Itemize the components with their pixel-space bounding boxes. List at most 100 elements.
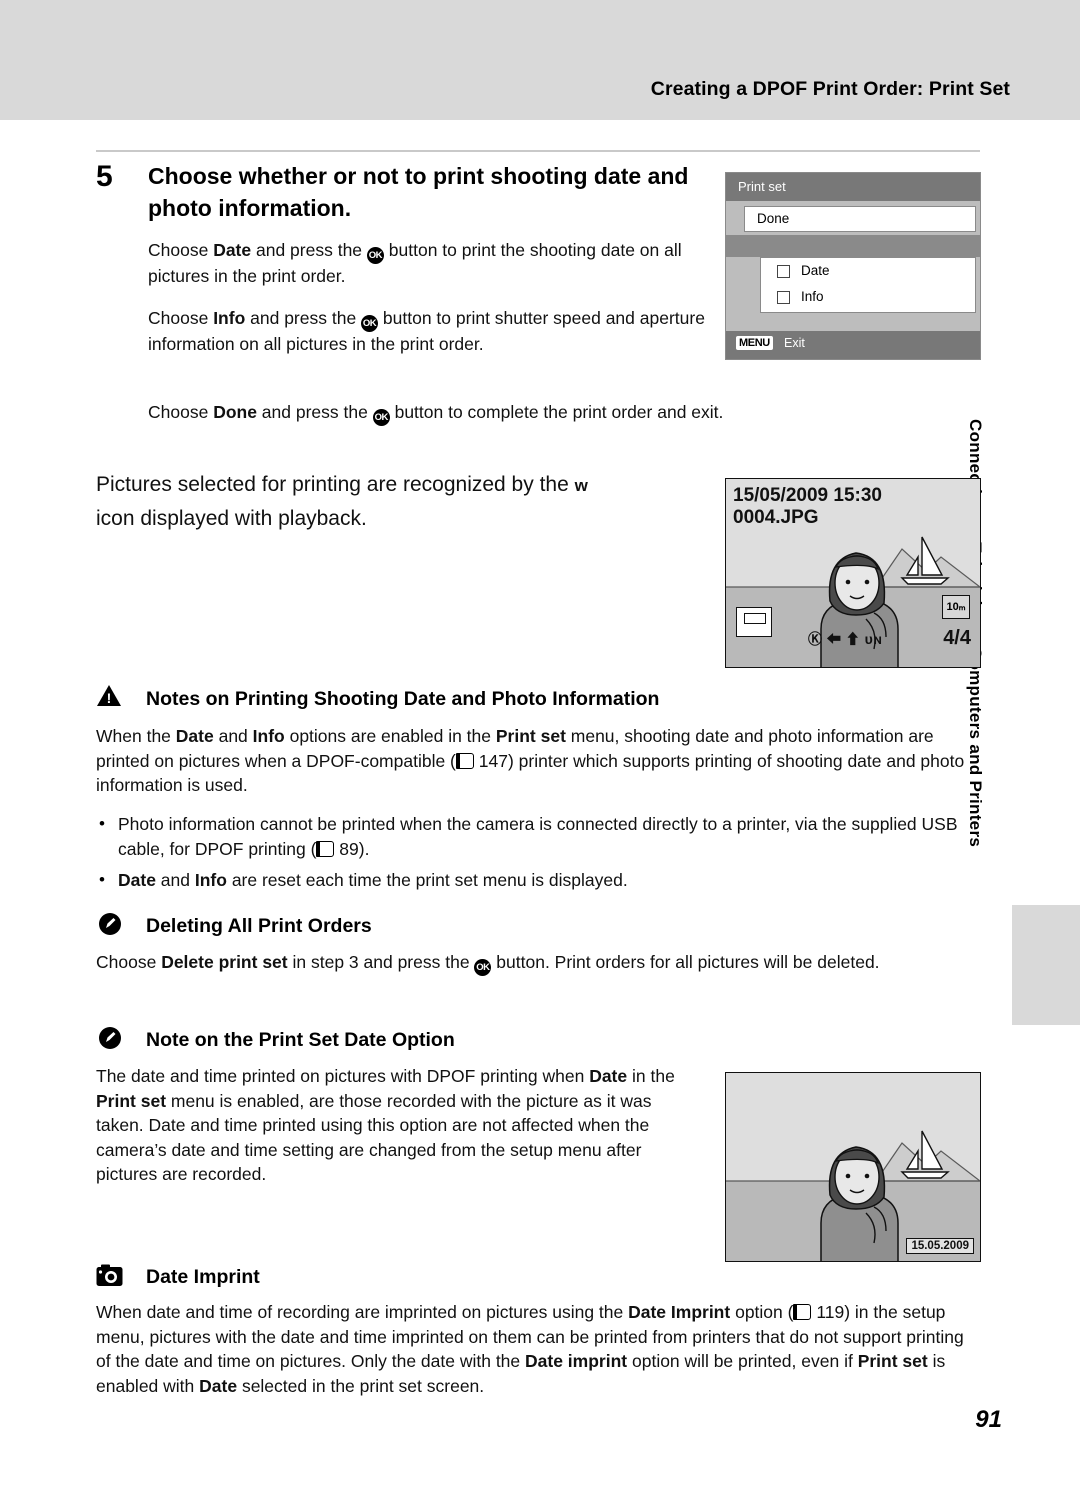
print-set-option-date[interactable]: Date bbox=[761, 258, 975, 284]
playback-date-stamp: 15/05/2009 15:30 bbox=[733, 485, 882, 506]
playback-screen: 15/05/2009 15:30 0004.JPG Ⓚ ⬅ ⬆ ᴜɴ 10ₘ 4… bbox=[725, 478, 981, 668]
step-paragraph-3: Choose Done and press the OK button to c… bbox=[148, 400, 988, 426]
date-option-paragraph: The date and time printed on pictures wi… bbox=[96, 1064, 696, 1187]
camera-icon bbox=[96, 1264, 123, 1286]
ok-button-icon: OK bbox=[361, 315, 379, 332]
warning-icon: ! bbox=[96, 684, 122, 707]
do-l2b: in the bbox=[627, 1066, 675, 1086]
photo-illustration bbox=[726, 1130, 980, 1261]
page-number: 91 bbox=[975, 1406, 1002, 1433]
manual-reference-icon bbox=[455, 752, 474, 769]
recognize-line1: Pictures selected for printing are recog… bbox=[96, 473, 569, 496]
print-set-exit-label: Exit bbox=[784, 336, 805, 350]
date-imprint-title: Date Imprint bbox=[146, 1266, 260, 1288]
header-divider bbox=[96, 150, 980, 152]
do-printset: Print set bbox=[96, 1090, 167, 1111]
ok-button-icon: OK bbox=[474, 959, 492, 976]
np-t3: options are enabled in the bbox=[284, 726, 496, 746]
checkbox-icon[interactable] bbox=[777, 291, 790, 304]
print-order-icon bbox=[736, 607, 772, 637]
npb1-ref: 89 bbox=[339, 838, 359, 859]
side-tab bbox=[1010, 120, 1080, 1486]
image-size-icon: 10ₘ bbox=[942, 595, 970, 619]
print-set-option-date-label: Date bbox=[801, 263, 830, 278]
di-ref: 119 bbox=[816, 1302, 845, 1322]
del-deleteprintset: Delete print set bbox=[161, 952, 288, 972]
frame-total: 4 bbox=[959, 627, 971, 649]
np-t1: When the bbox=[96, 726, 176, 746]
p3-a: Choose bbox=[148, 402, 214, 422]
print-set-screen: Print set Done Date Info MENU Exit bbox=[725, 172, 981, 360]
recognize-paragraph: Pictures selected for printing are recog… bbox=[96, 468, 716, 535]
npb2-t2: are reset each time the print set menu i… bbox=[226, 870, 628, 890]
print-set-footer: MENU Exit bbox=[726, 331, 980, 359]
np-info: Info bbox=[252, 726, 285, 746]
menu-button-icon[interactable]: MENU bbox=[736, 336, 773, 350]
del-t1: Choose bbox=[96, 952, 162, 972]
np-ref: 147 bbox=[478, 750, 508, 771]
notes-printing-title: Notes on Printing Shooting Date and Phot… bbox=[146, 688, 660, 710]
manual-reference-icon bbox=[793, 1304, 812, 1320]
imprinted-date-stamp: 15.05.2009 bbox=[906, 1238, 974, 1254]
manual-reference-icon bbox=[316, 840, 335, 857]
pencil-icon bbox=[98, 912, 122, 936]
bullet-dot: • bbox=[99, 870, 105, 889]
side-tab-marker bbox=[1012, 905, 1080, 1025]
np-t2: and bbox=[213, 726, 253, 746]
recognize-line2: icon displayed with playback. bbox=[96, 507, 367, 530]
ok-button-icon: OK bbox=[372, 409, 390, 426]
p3-d: button to complete the print order and e… bbox=[389, 402, 724, 422]
npb1-t2: ). bbox=[358, 838, 370, 859]
di-dateimprint: Date Imprint bbox=[628, 1302, 731, 1322]
header-band bbox=[0, 0, 1080, 120]
p2-a: Choose bbox=[148, 308, 214, 328]
deleting-paragraph: Choose Delete print set in step 3 and pr… bbox=[96, 950, 976, 976]
pencil-icon bbox=[98, 1026, 122, 1050]
svg-text:!: ! bbox=[107, 690, 112, 706]
di-dateimprint2: Date imprint bbox=[525, 1351, 628, 1371]
p3-c: and press the bbox=[256, 402, 373, 422]
date-option-title: Note on the Print Set Date Option bbox=[146, 1029, 455, 1051]
bullet-dot: • bbox=[99, 814, 105, 833]
date-imprint-paragraph: When date and time of recording are impr… bbox=[96, 1300, 980, 1398]
date-imprint-sample-photo: 15.05.2009 bbox=[725, 1072, 981, 1262]
di-printset: Print set bbox=[857, 1351, 928, 1371]
p3-done: Done bbox=[213, 402, 257, 422]
notes-printing-bullet-2: Date and Info are reset each time the pr… bbox=[118, 868, 980, 893]
do-date: Date bbox=[589, 1066, 628, 1086]
p2-info: Info bbox=[213, 308, 246, 328]
page-header-title: Creating a DPOF Print Order: Print Set bbox=[650, 78, 1010, 100]
di-t3: option ( bbox=[730, 1302, 794, 1322]
checkbox-icon[interactable] bbox=[777, 265, 790, 278]
step-number: 5 bbox=[96, 160, 113, 193]
print-order-icon: w bbox=[574, 476, 588, 495]
del-t2: in step 3 and press the bbox=[287, 952, 475, 972]
di-t6: option will be printed, even if bbox=[627, 1351, 858, 1371]
di-date: Date bbox=[199, 1375, 238, 1396]
print-set-screen-title: Print set bbox=[726, 173, 980, 201]
page-root: Creating a DPOF Print Order: Print Set C… bbox=[0, 0, 1080, 1486]
npb2-date: Date bbox=[118, 870, 156, 890]
print-set-done-row[interactable]: Done bbox=[744, 206, 976, 232]
notes-printing-paragraph: When the Date and Info options are enabl… bbox=[96, 724, 976, 798]
step-paragraph-2: Choose Info and press the OK button to p… bbox=[148, 306, 708, 357]
p2-c: and press the bbox=[245, 308, 362, 328]
p1-c: and press the bbox=[251, 240, 367, 260]
p1-date: Date bbox=[213, 240, 252, 260]
ok-button-icon: OK bbox=[366, 247, 384, 264]
notes-printing-bullet-1: Photo information cannot be printed when… bbox=[118, 812, 980, 861]
playback-frame-number: 4/4 bbox=[943, 627, 971, 650]
npb2-t1: and bbox=[155, 870, 195, 890]
playback-bottom-icons: Ⓚ ⬅ ⬆ ᴜɴ bbox=[808, 631, 883, 647]
di-t10: selected in the print set screen. bbox=[237, 1375, 485, 1396]
npb1-t1: Photo information cannot be printed when… bbox=[118, 814, 958, 859]
step-paragraph-1: Choose Date and press the OK button to p… bbox=[148, 238, 708, 289]
print-set-option-info[interactable]: Info bbox=[761, 284, 975, 310]
deleting-title: Deleting All Print Orders bbox=[146, 915, 372, 937]
p1-a: Choose bbox=[148, 240, 214, 260]
np-printset: Print set bbox=[495, 726, 566, 746]
di-t1: When date and time of recording are impr… bbox=[96, 1302, 629, 1322]
print-set-options: Date Info bbox=[760, 257, 976, 313]
npb2-info: Info bbox=[194, 870, 227, 890]
playback-filename: 0004.JPG bbox=[733, 507, 819, 528]
